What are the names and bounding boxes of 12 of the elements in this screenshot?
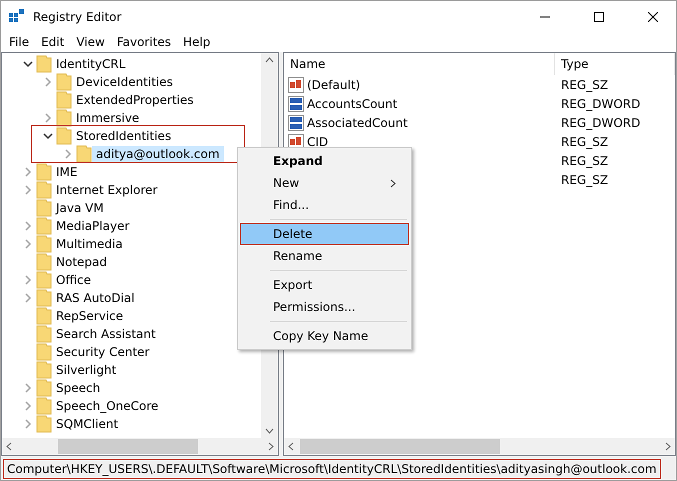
key-path: Computer\HKEY_USERS\.DEFAULT\Software\Microsoft\IdentityCRL\StoredIdentities\adityasingh@outlook.com [3, 459, 661, 479]
window-title: Registry Editor [33, 10, 122, 24]
value-name: AssociatedCount [307, 116, 408, 130]
value-name: AccountsCount [307, 96, 398, 110]
value-type: REG_DWORD [560, 116, 640, 130]
value-type: REG_DWORD [560, 96, 640, 110]
value-type: REG_SZ [560, 172, 608, 186]
value-type: REG_SZ [560, 78, 608, 92]
value-type: REG_SZ [560, 134, 608, 148]
value-name: CID [307, 134, 328, 148]
value-name: (Default) [307, 78, 360, 92]
value-type: REG_SZ [560, 154, 608, 168]
